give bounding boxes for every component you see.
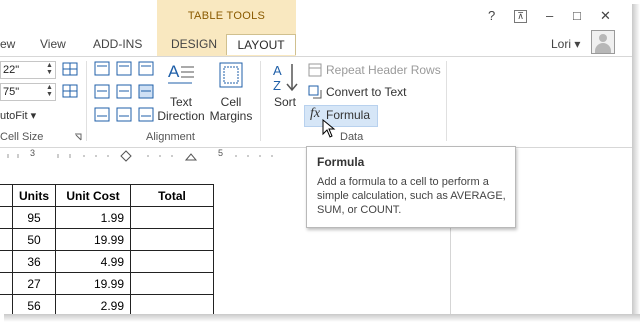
data-table: Units Unit Cost Total 95 1.99 50 19.99 3…: [0, 184, 214, 314]
repeat-header-rows-button[interactable]: Repeat Header Rows: [326, 63, 441, 77]
repeat-header-rows-icon[interactable]: [308, 63, 322, 77]
ruler-ticks: [7, 150, 273, 162]
alignment-label: Alignment: [146, 131, 195, 143]
table-cell[interactable]: [130, 206, 214, 229]
tooltip-body: Add a formula to a cell to perform a sim…: [317, 176, 506, 216]
table-cell[interactable]: [130, 272, 214, 295]
svg-text:A: A: [273, 63, 282, 78]
maximize-button[interactable]: □: [573, 8, 581, 23]
height-spinner-icon[interactable]: ▲ ▼: [46, 62, 53, 76]
cell-size-label-text: Cell Size: [0, 131, 44, 143]
svg-text:Z: Z: [273, 78, 281, 93]
alignment-grid-icon[interactable]: [94, 61, 160, 123]
cell-size-label: Cell Size: [0, 131, 43, 143]
table-header-row: Units Unit Cost Total: [0, 184, 214, 207]
distribute-rows-icon[interactable]: [62, 62, 78, 76]
text-direction-label-1: Text: [169, 95, 192, 109]
header-total[interactable]: Total: [130, 184, 214, 207]
table-cell[interactable]: [130, 228, 214, 251]
svg-text:A: A: [168, 62, 180, 81]
dialog-launcher-icon[interactable]: [74, 133, 82, 141]
table-cell[interactable]: 19.99: [55, 228, 131, 251]
mouse-cursor-icon: [322, 119, 336, 138]
table-row: 50 19.99: [0, 228, 214, 251]
width-spinner-icon[interactable]: ▲ ▼: [46, 84, 53, 98]
table-cell[interactable]: 19.99: [55, 272, 131, 295]
table-row: 36 4.99: [0, 250, 214, 273]
user-name[interactable]: Lori ▾: [551, 37, 580, 51]
window-shadow: [4, 314, 640, 322]
minimize-button[interactable]: –: [546, 8, 553, 23]
header-units[interactable]: Units: [12, 184, 56, 207]
autofit-button[interactable]: utoFit ▾: [0, 109, 36, 122]
table-cell[interactable]: [0, 184, 13, 207]
word-window: TABLE TOOLS ew View ADD-INS DESIGN LAYOU…: [0, 0, 632, 314]
tab-design[interactable]: DESIGN: [171, 34, 217, 54]
text-direction-icon[interactable]: A: [166, 61, 196, 89]
cell-margins-button[interactable]: Cell Margins: [208, 95, 254, 123]
close-button[interactable]: ✕: [600, 8, 611, 24]
table-cell[interactable]: [0, 228, 13, 251]
text-direction-label-2: Direction: [157, 109, 205, 123]
help-button[interactable]: ?: [488, 8, 495, 23]
fx-icon[interactable]: fx: [310, 106, 320, 122]
tab-view[interactable]: View: [40, 34, 66, 54]
table-cell[interactable]: [0, 272, 13, 295]
table-cell[interactable]: 56: [12, 294, 56, 314]
ruler-mark-5: 5: [218, 148, 224, 158]
table-cell[interactable]: 1.99: [55, 206, 131, 229]
cell-margins-label-2: Margins: [209, 109, 253, 123]
header-unit-cost[interactable]: Unit Cost: [55, 184, 131, 207]
table-cell[interactable]: 4.99: [55, 250, 131, 273]
convert-to-text-icon[interactable]: [308, 85, 322, 99]
ribbon-body: 22" ▲ ▼ 75" ▲ ▼ utoFit ▾ Cell Size A Text D…: [0, 56, 632, 148]
autofit-label: utoFit: [0, 110, 28, 122]
user-name-label: Lori: [551, 37, 572, 51]
table-cell[interactable]: 36: [12, 250, 56, 273]
table-row: 27 19.99: [0, 272, 214, 295]
table-cell[interactable]: [130, 294, 214, 314]
divider: [446, 61, 447, 141]
table-cell[interactable]: [0, 206, 13, 229]
sort-icon[interactable]: AZ: [272, 61, 300, 93]
tab-review[interactable]: ew: [0, 34, 15, 54]
sort-button[interactable]: Sort: [268, 95, 302, 109]
formula-tooltip: Formula Add a formula to a cell to perfo…: [306, 146, 516, 228]
table-cell[interactable]: 95: [12, 206, 56, 229]
avatar[interactable]: [591, 30, 615, 54]
table-tools-label: TABLE TOOLS: [187, 10, 266, 22]
table-row: 95 1.99: [0, 206, 214, 229]
avatar-head: [599, 34, 607, 42]
table-cell[interactable]: 2.99: [55, 294, 131, 314]
table-cell[interactable]: 50: [12, 228, 56, 251]
tab-add-ins[interactable]: ADD-INS: [93, 34, 142, 54]
cell-margins-label-1: Cell: [220, 95, 242, 109]
ribbon-tab-bar: TABLE TOOLS ew View ADD-INS DESIGN LAYOU…: [0, 0, 632, 56]
ribbon-display-button[interactable]: ⊼: [514, 10, 527, 23]
tab-layout[interactable]: LAYOUT: [226, 34, 296, 55]
data-group-label: Data: [340, 131, 364, 143]
convert-to-text-button[interactable]: Convert to Text: [326, 85, 406, 99]
avatar-body: [595, 43, 611, 53]
cell-margins-icon[interactable]: [218, 61, 244, 89]
distribute-columns-icon[interactable]: [62, 84, 78, 98]
tooltip-title: Formula: [317, 155, 365, 169]
table-cell[interactable]: [130, 250, 214, 273]
table-cell[interactable]: [0, 294, 13, 314]
window-shadow: [632, 4, 640, 322]
table-cell[interactable]: 27: [12, 272, 56, 295]
divider: [260, 61, 261, 141]
text-direction-button[interactable]: Text Direction: [156, 95, 206, 123]
table-row: 56 2.99: [0, 294, 214, 314]
table-cell[interactable]: [0, 250, 13, 273]
ruler-mark-3: 3: [30, 148, 36, 158]
divider: [86, 61, 87, 141]
